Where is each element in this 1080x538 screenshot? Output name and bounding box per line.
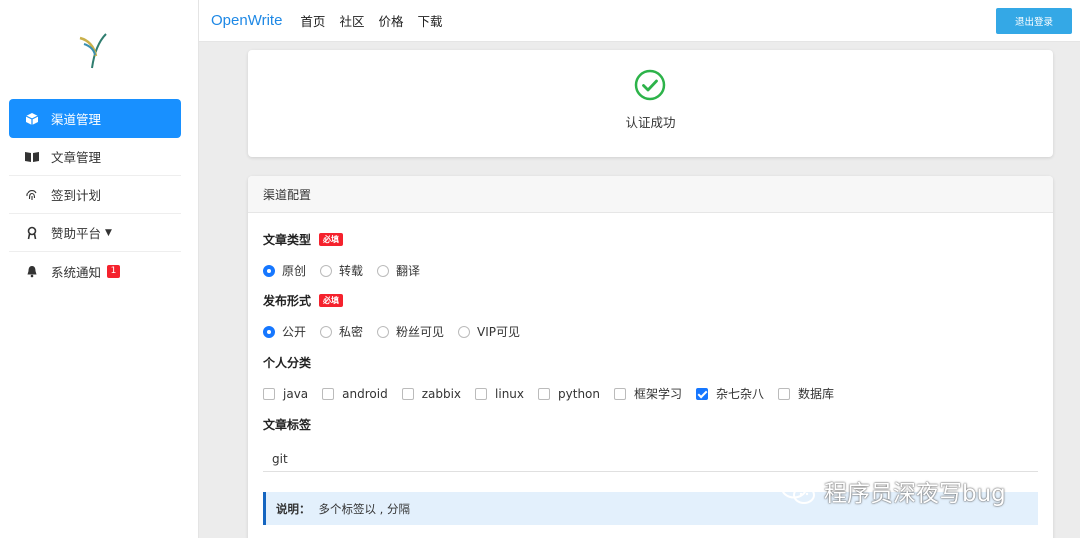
- sidebar-menu: 渠道管理 文章管理 签到计划 赞助平台 ▼ 系统通知 1: [9, 99, 181, 290]
- required-badge: 必填: [319, 294, 344, 307]
- sidebar-item-system-notification[interactable]: 系统通知 1: [9, 252, 181, 290]
- checkbox-linux[interactable]: linux: [475, 387, 524, 401]
- sidebar-item-label: 系统通知: [51, 264, 102, 280]
- checkbox-zabbix[interactable]: zabbix: [401, 386, 462, 401]
- radio-label: VIP可见: [477, 325, 521, 339]
- success-message: 认证成功: [625, 115, 676, 130]
- chevron-down-icon: ▼: [105, 227, 112, 238]
- cube-icon: [23, 112, 41, 126]
- notification-count-badge: 1: [107, 264, 121, 278]
- radio-translation[interactable]: 翻译: [377, 262, 420, 279]
- checkbox-label: 框架学习: [634, 387, 683, 401]
- radio-label: 粉丝可见: [396, 325, 445, 339]
- note-label: 说明：: [276, 501, 311, 516]
- radio-public[interactable]: 公开: [263, 323, 306, 340]
- watermark: 程序员深夜写bug: [780, 474, 1006, 508]
- sidebar-item-channel-management[interactable]: 渠道管理: [9, 99, 181, 138]
- radio-repost[interactable]: 转载: [320, 262, 363, 279]
- check-circle-icon: [634, 69, 666, 101]
- brand-name[interactable]: OpenWrite: [211, 12, 282, 29]
- radio-label: 翻译: [396, 264, 421, 278]
- radio-vip-only[interactable]: VIP可见: [458, 323, 520, 340]
- watermark-text: 程序员深夜写bug: [824, 481, 1006, 507]
- checkbox[interactable]: [322, 387, 335, 400]
- radio-fans-only[interactable]: 粉丝可见: [377, 323, 444, 340]
- tags-label: 文章标签: [263, 416, 311, 433]
- checkbox[interactable]: [263, 387, 275, 400]
- radio-label: 公开: [282, 325, 307, 339]
- logo: [79, 33, 107, 69]
- sidebar-item-label: 签到计划: [51, 188, 102, 203]
- fingerprint-icon: [23, 188, 41, 202]
- checkbox[interactable]: [475, 387, 488, 400]
- field-label-text: 文章类型: [263, 233, 312, 247]
- publish-form-options: 公开 私密 粉丝可见 VIP可见: [263, 323, 534, 340]
- checkbox-framework-study[interactable]: 框架学习: [614, 385, 682, 402]
- book-icon: [23, 150, 41, 164]
- checkbox-label: 杂七杂八: [716, 387, 765, 401]
- radio-button[interactable]: [263, 325, 275, 338]
- checkbox-label: java: [283, 386, 309, 401]
- field-label-text: 发布形式: [263, 294, 312, 308]
- checkbox-label: android: [342, 386, 388, 401]
- note-text: 多个标签以 , 分隔: [318, 501, 410, 516]
- tags-input[interactable]: [263, 446, 1038, 472]
- article-type-label: 文章类型 必填: [263, 231, 344, 248]
- required-badge: 必填: [319, 233, 344, 246]
- checkbox-python[interactable]: python: [538, 387, 600, 401]
- checkbox[interactable]: [614, 387, 626, 400]
- checkbox-label: 数据库: [798, 387, 835, 401]
- checkbox-misc[interactable]: 杂七杂八: [696, 385, 764, 402]
- radio-label: 转载: [339, 264, 364, 278]
- radio-label: 私密: [339, 325, 364, 339]
- nav-download[interactable]: 下载: [417, 11, 442, 30]
- radio-button[interactable]: [320, 325, 333, 338]
- checkbox[interactable]: [778, 387, 791, 400]
- sidebar-item-sponsor-platform[interactable]: 赞助平台 ▼: [9, 214, 181, 252]
- medal-icon: [23, 226, 41, 240]
- sidebar-item-label: 渠道管理: [51, 112, 102, 127]
- nav-pricing[interactable]: 价格: [378, 11, 403, 30]
- checkbox[interactable]: [696, 387, 709, 400]
- checkbox-label: zabbix: [421, 386, 462, 401]
- checkbox[interactable]: [401, 387, 414, 400]
- radio-button[interactable]: [263, 264, 275, 277]
- card-title: 渠道配置: [248, 176, 1053, 213]
- checkbox-java[interactable]: java: [263, 387, 308, 401]
- wechat-icon: [781, 477, 815, 504]
- nav-home[interactable]: 首页: [300, 11, 325, 30]
- sidebar-item-article-management[interactable]: 文章管理: [9, 138, 181, 176]
- checkbox-label: python: [558, 386, 600, 401]
- radio-label: 原创: [282, 264, 307, 278]
- category-label: 个人分类: [263, 354, 311, 371]
- sidebar-item-checkin-plan[interactable]: 签到计划: [9, 176, 181, 214]
- radio-original[interactable]: 原创: [263, 262, 306, 279]
- top-nav: 首页 社区 价格 下载: [300, 11, 456, 30]
- sidebar-item-label: 文章管理: [51, 150, 102, 165]
- nav-community[interactable]: 社区: [339, 11, 364, 30]
- radio-button[interactable]: [377, 325, 390, 338]
- checkbox-android[interactable]: android: [322, 387, 388, 401]
- radio-button[interactable]: [320, 264, 333, 277]
- checkbox-database[interactable]: 数据库: [778, 385, 834, 402]
- field-label-text: 文章标签: [263, 418, 312, 432]
- radio-private[interactable]: 私密: [320, 323, 363, 340]
- publish-form-label: 发布形式 必填: [263, 292, 344, 309]
- category-options: java android zabbix linux python 框架学习 杂七…: [263, 385, 848, 402]
- logout-button[interactable]: 退出登录: [996, 8, 1072, 34]
- top-bar: OpenWrite 首页 社区 价格 下载 退出登录: [199, 0, 1080, 42]
- article-type-options: 原创 转载 翻译: [263, 262, 434, 279]
- radio-button[interactable]: [377, 264, 390, 277]
- checkbox-label: linux: [495, 386, 525, 401]
- checkbox[interactable]: [538, 387, 551, 400]
- radio-button[interactable]: [458, 325, 471, 338]
- bell-icon: [23, 264, 41, 278]
- field-label-text: 个人分类: [263, 356, 312, 370]
- success-card: 认证成功: [248, 50, 1053, 157]
- sidebar-item-label: 赞助平台: [51, 226, 102, 241]
- sidebar: 渠道管理 文章管理 签到计划 赞助平台 ▼ 系统通知 1: [0, 0, 199, 538]
